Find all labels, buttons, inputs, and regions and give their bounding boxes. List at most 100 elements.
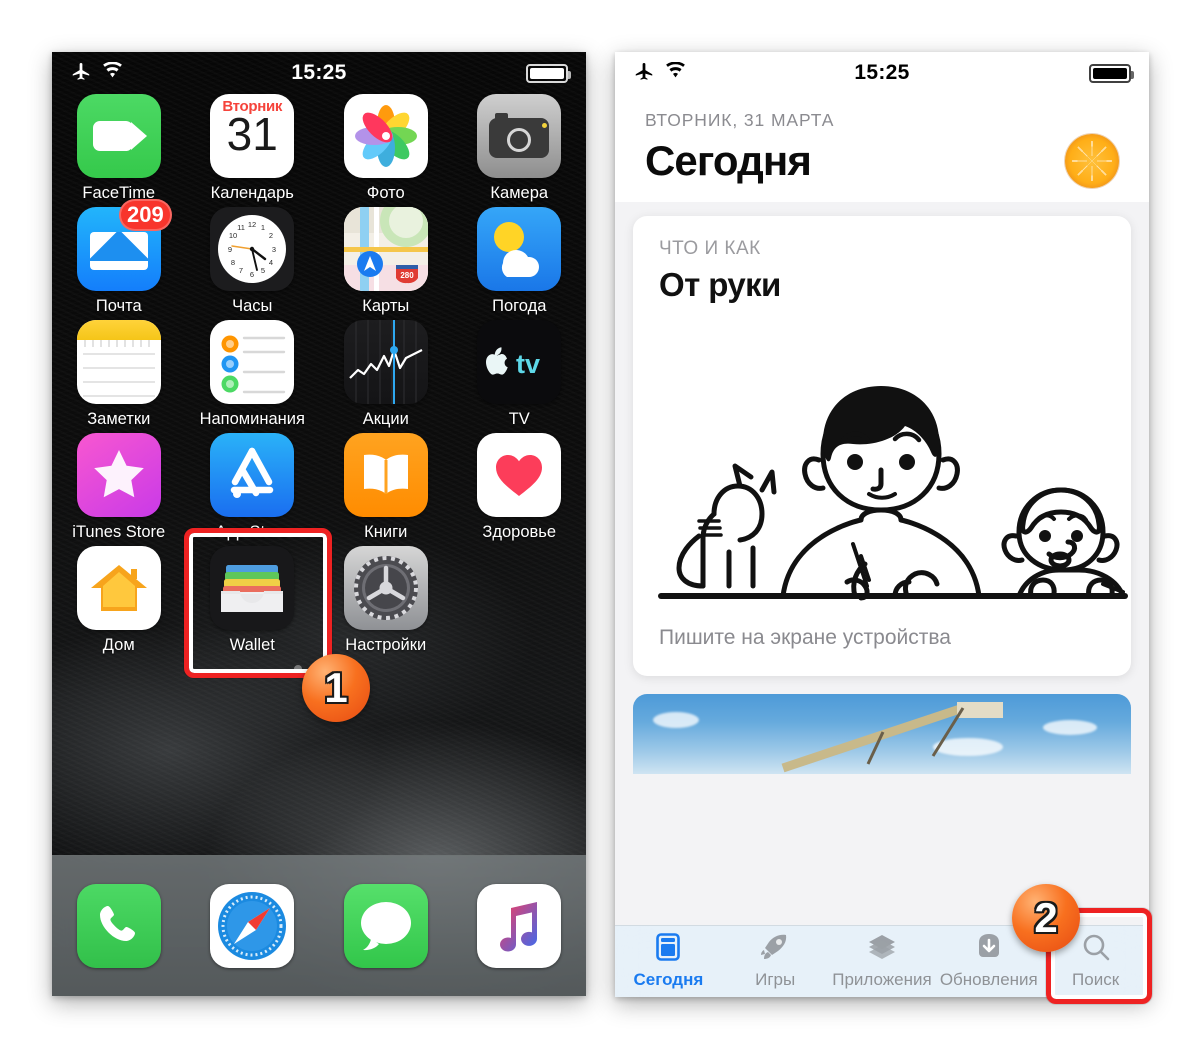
home-row-3: Заметки Напоминания Акции tv TV [52, 320, 586, 429]
music-icon[interactable] [477, 884, 562, 968]
svg-text:1: 1 [261, 223, 265, 232]
step-number: 2 [1034, 894, 1058, 941]
svg-text:3: 3 [272, 245, 276, 254]
next-card-preview[interactable] [633, 694, 1131, 774]
app-label: iTunes Store [72, 523, 166, 541]
weather-icon [477, 207, 562, 291]
mail-badge: 209 [119, 199, 172, 231]
itunes-store-icon [76, 433, 161, 517]
tab-label: Поиск [1072, 970, 1120, 989]
app-maps[interactable]: 280 Карты [325, 207, 447, 316]
app-store-today-screen: 15:25 ВТОРНИК, 31 МАРТА Сегодня ЧТО И КА… [615, 52, 1149, 997]
app-tv[interactable]: tv TV [458, 320, 580, 429]
photos-icon [343, 94, 428, 178]
camera-icon [477, 94, 562, 178]
card-kicker: ЧТО И КАК [659, 238, 761, 259]
app-label: Настройки [345, 636, 427, 654]
app-label: Карты [362, 297, 410, 315]
svg-text:2: 2 [269, 231, 273, 240]
rocket-icon [760, 932, 790, 967]
svg-text:4: 4 [269, 258, 273, 267]
step-marker-2: 2 [1012, 884, 1080, 952]
app-label: Здоровье [482, 523, 557, 541]
app-photos[interactable]: Фото [325, 94, 447, 203]
app-weather[interactable]: Погода [458, 207, 580, 316]
battery-full-icon [526, 63, 571, 83]
app-calendar[interactable]: Вторник 31 Календарь [191, 94, 313, 203]
step-number: 1 [324, 664, 348, 711]
svg-text:8: 8 [231, 258, 235, 267]
app-label: TV [508, 410, 530, 428]
messages-icon[interactable] [343, 884, 428, 968]
app-stocks[interactable]: Акции [325, 320, 447, 429]
app-books[interactable]: Книги [325, 433, 447, 542]
app-health[interactable]: Здоровье [458, 433, 580, 542]
app-label: Книги [364, 523, 408, 541]
app-reminders[interactable]: Напоминания [191, 320, 313, 429]
app-wallet[interactable]: Wallet [191, 546, 313, 655]
calendar-icon: Вторник 31 [210, 94, 295, 178]
orange-slice-avatar[interactable] [1065, 134, 1119, 188]
app-label: Акции [362, 410, 409, 428]
tab-label: Приложения [832, 970, 932, 989]
tv-icon: tv [477, 320, 562, 404]
reminders-icon [210, 320, 295, 404]
illustration-boy-cat-monkey-drawing [633, 304, 1131, 604]
home-app-grid: FaceTime Вторник 31 Календарь Фото Камер… [52, 94, 586, 673]
home-row-5: Дом Wallet Настройки [52, 546, 586, 655]
app-facetime[interactable]: FaceTime [58, 94, 180, 203]
app-label: Дом [102, 636, 135, 654]
phone-icon[interactable] [76, 884, 161, 968]
svg-text:tv: tv [516, 349, 540, 379]
tab-apps[interactable]: Приложения [829, 932, 936, 990]
calendar-day: 31 [226, 108, 278, 160]
app-home[interactable]: Дом [58, 546, 180, 655]
step-marker-1: 1 [302, 654, 370, 722]
status-bar-time: 15:25 [291, 61, 347, 84]
app-clock[interactable]: 12 1 2 345 678 9 10 11 Часы [191, 207, 313, 316]
svg-text:10: 10 [229, 231, 237, 240]
appstore-status-bar: 15:25 [615, 52, 1149, 94]
download-icon [974, 932, 1004, 967]
today-icon [653, 932, 683, 967]
app-label: Камера [490, 184, 549, 202]
app-label: Часы [232, 297, 273, 315]
app-camera[interactable]: Камера [458, 94, 580, 203]
app-itunes-store[interactable]: iTunes Store [58, 433, 180, 542]
card-caption: Пишите на экране устройства [659, 626, 951, 649]
maps-icon: 280 [343, 207, 428, 291]
health-icon [477, 433, 562, 517]
clock-icon: 12 1 2 345 678 9 10 11 [210, 207, 295, 291]
app-label: Почта [95, 297, 142, 315]
tab-label: Обновления [939, 970, 1038, 989]
app-label: Календарь [210, 184, 294, 202]
battery-full-icon [1089, 63, 1134, 83]
app-label: Wallet [229, 636, 275, 654]
app-label: Напоминания [199, 410, 305, 428]
svg-text:5: 5 [261, 266, 265, 275]
wallet-icon [210, 546, 295, 630]
layers-icon [867, 932, 897, 967]
home-icon [76, 546, 161, 630]
appstore-content: ВТОРНИК, 31 МАРТА Сегодня ЧТО И КАК От р… [615, 94, 1149, 997]
page-dot-1[interactable] [294, 665, 302, 673]
svg-text:280: 280 [400, 271, 414, 280]
app-empty-slot [458, 546, 580, 655]
svg-text:12: 12 [248, 220, 256, 229]
facetime-icon [76, 94, 161, 178]
app-settings[interactable]: Настройки [325, 546, 447, 655]
tab-today[interactable]: Сегодня [615, 932, 722, 990]
crane-silhouette-icon [781, 702, 1003, 773]
featured-card[interactable]: ЧТО И КАК От руки Пишите на экране устро… [633, 216, 1131, 676]
settings-icon [343, 546, 428, 630]
app-app-store[interactable]: App Store [191, 433, 313, 542]
today-date: ВТОРНИК, 31 МАРТА [645, 110, 835, 130]
app-label: Заметки [87, 410, 151, 428]
tab-games[interactable]: Игры [722, 932, 829, 990]
notes-icon [76, 320, 161, 404]
safari-icon[interactable] [210, 884, 295, 968]
home-row-2: 209 Почта 12 1 2 345 678 9 10 11 Часы 28… [52, 199, 586, 316]
home-row-4: iTunes Store App Store Книги Здоровье [52, 433, 586, 542]
app-mail[interactable]: 209 Почта [58, 199, 180, 316]
app-notes[interactable]: Заметки [58, 320, 180, 429]
